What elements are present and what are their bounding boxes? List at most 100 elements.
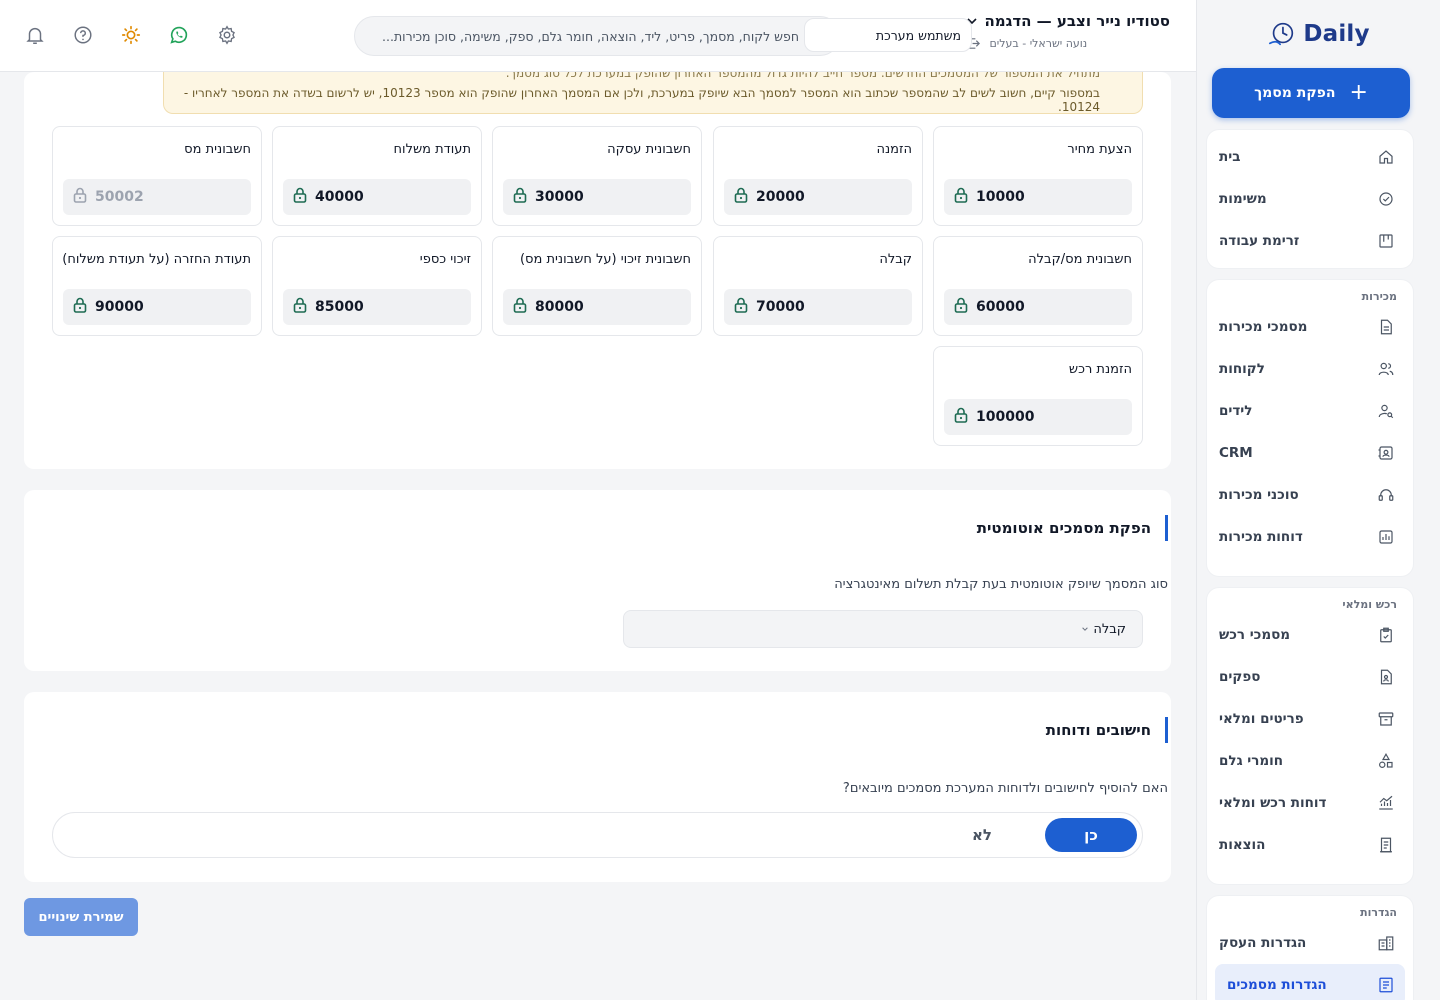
toggle-no-option[interactable]: לא [952, 818, 1012, 852]
numbering-value: 80000 [535, 299, 584, 315]
numbering-alert: מתחיל את המספור של המסמכים החדשים. מספר … [163, 72, 1143, 114]
auto-document-type-label: סוג המסמך שיופק אוטומטית בעת קבלת תשלום … [834, 577, 1168, 592]
lock-icon[interactable] [73, 297, 87, 317]
save-changes-button[interactable]: שמירת שינויים [24, 898, 138, 936]
gear-icon[interactable] [216, 24, 238, 46]
users-icon [1377, 360, 1395, 378]
sidebar-item-inventory[interactable]: פריטים ומלאי [1207, 698, 1413, 740]
lock-icon[interactable] [293, 297, 307, 317]
numbering-value-field[interactable]: 85000 [283, 289, 471, 325]
sidebar-item-document-settings[interactable]: הגדרות מסמכים [1215, 964, 1405, 1000]
imported-docs-question: האם להוסיף לחישובים ולדוחות המערכת מסמכי… [842, 781, 1168, 796]
numbering-card: חשבונית זיכוי (על חשבונית מס) 80000 [492, 236, 702, 336]
sidebar-item-label: לידים [1219, 403, 1253, 419]
auto-documents-title: הפקת מסמכים אוטומטית [977, 515, 1168, 541]
help-icon[interactable] [72, 24, 94, 46]
chevron-down-icon [1082, 627, 1089, 631]
numbering-value: 40000 [315, 189, 364, 205]
numbering-value-field[interactable]: 10000 [944, 179, 1132, 215]
sidebar-item-sales-reports[interactable]: דוחות מכירות [1207, 516, 1413, 558]
lock-icon[interactable] [513, 187, 527, 207]
numbering-value-field[interactable]: 20000 [724, 179, 912, 215]
clock-logo-icon [1269, 22, 1294, 46]
lock-icon[interactable] [513, 297, 527, 317]
clipboard-check-icon [1377, 626, 1395, 644]
numbering-card-label: זיכוי כספי [419, 252, 471, 267]
org-name: סטודיו נייר וצבע — הדגמה [984, 12, 1170, 30]
sidebar-item-label: משימות [1219, 191, 1267, 207]
sidebar-item-label: בית [1219, 149, 1241, 165]
sidebar-item-customers[interactable]: לקוחות [1207, 348, 1413, 390]
numbering-card: תעודת משלוח 40000 [272, 126, 482, 226]
archive-icon [1377, 710, 1395, 728]
contact-card-icon [1377, 444, 1395, 462]
numbering-value: 100000 [976, 409, 1035, 425]
sidebar-item-sales-documents[interactable]: מסמכי מכירות [1207, 306, 1413, 348]
sun-icon[interactable] [120, 24, 142, 46]
numbering-value: 10000 [976, 189, 1025, 205]
create-document-button[interactable]: + הפקת מסמך [1212, 68, 1410, 118]
lock-icon[interactable] [954, 297, 968, 317]
numbering-value-field[interactable]: 50002 [63, 179, 251, 215]
numbering-value-field[interactable]: 80000 [503, 289, 691, 325]
numbering-value-field[interactable]: 40000 [283, 179, 471, 215]
sidebar-item-leads[interactable]: לידים [1207, 390, 1413, 432]
home-icon [1377, 148, 1395, 166]
reports-title: חישובים ודוחות [1046, 717, 1168, 743]
numbering-card-label: תעודת החזרה (על תעודת משלוח) [62, 252, 251, 267]
sidebar-item-workflow[interactable]: זרימת עבודה [1207, 220, 1413, 262]
whatsapp-icon[interactable] [168, 24, 190, 46]
numbering-value: 90000 [95, 299, 144, 315]
sidebar-item-label: זרימת עבודה [1219, 233, 1300, 249]
sidebar-item-label: CRM [1219, 445, 1253, 461]
lock-icon[interactable] [73, 187, 87, 207]
sidebar-item-label: הוצאות [1219, 837, 1266, 853]
sidebar-item-business-settings[interactable]: הגדרות העסק [1207, 922, 1413, 964]
file-user-icon [1377, 668, 1395, 686]
sidebar-item-expenses[interactable]: הוצאות [1207, 824, 1413, 866]
lock-icon[interactable] [734, 187, 748, 207]
sidebar-item-home[interactable]: בית [1207, 136, 1413, 178]
lock-icon[interactable] [954, 407, 968, 427]
numbering-card: חשבונית מס 50002 [52, 126, 262, 226]
user-type-value: משתמש מערכת [875, 27, 961, 43]
lock-icon[interactable] [954, 187, 968, 207]
numbering-value: 30000 [535, 189, 584, 205]
plus-icon: + [1349, 80, 1368, 105]
sidebar-item-sales-agents[interactable]: סוכני מכירות [1207, 474, 1413, 516]
sidebar-item-purchase-documents[interactable]: מסמכי רכש [1207, 614, 1413, 656]
headset-icon [1377, 486, 1395, 504]
logo-text: Daily [1303, 21, 1370, 47]
sidebar-item-label: לקוחות [1219, 361, 1265, 377]
file-settings-icon [1377, 976, 1395, 994]
logo[interactable]: Daily [1197, 0, 1440, 68]
sidebar-item-suppliers[interactable]: ספקים [1207, 656, 1413, 698]
bell-icon[interactable] [24, 24, 46, 46]
sidebar-item-label: הגדרות מסמכים [1227, 977, 1327, 993]
document-icon [1377, 318, 1395, 336]
numbering-value-field[interactable]: 90000 [63, 289, 251, 325]
check-circle-icon [1377, 190, 1395, 208]
numbering-value-field[interactable]: 30000 [503, 179, 691, 215]
sidebar-item-raw-materials[interactable]: חומרי גלם [1207, 740, 1413, 782]
main-content: מתחיל את המספור של המסמכים החדשים. מספר … [0, 72, 1196, 1000]
toggle-yes-option[interactable]: כן [1045, 818, 1137, 852]
user-type-select[interactable]: משתמש מערכת [804, 18, 972, 52]
numbering-value-field[interactable]: 60000 [944, 289, 1132, 325]
alert-text: במספור קיים, חשוב לשים לב שהמספר שכתוב ה… [183, 86, 1100, 114]
user-search-icon [1377, 402, 1395, 420]
numbering-card-label: חשבונית עסקה [607, 142, 691, 157]
lock-icon[interactable] [293, 187, 307, 207]
numbering-value-field[interactable]: 100000 [944, 399, 1132, 435]
numbering-value: 70000 [756, 299, 805, 315]
line-chart-icon [1377, 794, 1395, 812]
numbering-value-field[interactable]: 70000 [724, 289, 912, 325]
nav-group-main: בית משימות זרימת עבודה [1207, 130, 1413, 268]
search-input[interactable] [355, 17, 839, 55]
sidebar-item-tasks[interactable]: משימות [1207, 178, 1413, 220]
auto-document-type-select[interactable]: קבלה [623, 610, 1143, 648]
sidebar-item-crm[interactable]: CRM [1207, 432, 1413, 474]
org-switcher[interactable]: סטודיו נייר וצבע — הדגמה נועה ישראלי - ב… [966, 12, 1170, 51]
sidebar-item-purchase-reports[interactable]: דוחות רכש ומלאי [1207, 782, 1413, 824]
lock-icon[interactable] [734, 297, 748, 317]
